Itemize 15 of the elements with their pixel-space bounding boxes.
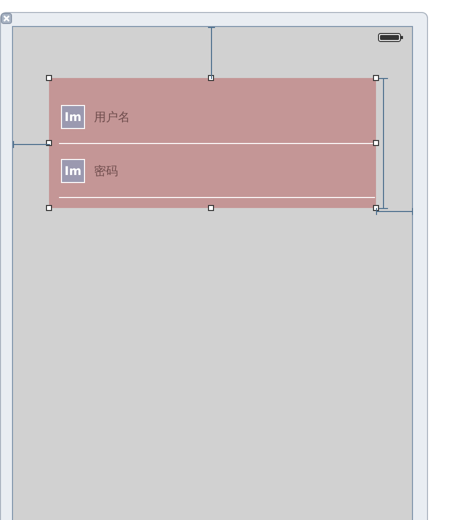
- input-field[interactable]: 用户名: [94, 110, 294, 124]
- image-placeholder: Im: [61, 104, 85, 128]
- battery-icon: [378, 33, 403, 42]
- resize-handle[interactable]: [46, 205, 52, 211]
- input-field[interactable]: 密码: [94, 164, 294, 178]
- constraint-line: [208, 27, 215, 79]
- login-panel[interactable]: Im 用户名 Im 密码: [49, 78, 376, 208]
- resize-handle[interactable]: [373, 205, 379, 211]
- close-icon[interactable]: [1, 13, 12, 24]
- constraint-line: [13, 141, 50, 148]
- resize-handle[interactable]: [373, 140, 379, 146]
- resize-handle[interactable]: [208, 205, 214, 211]
- resize-handle[interactable]: [373, 75, 379, 81]
- resize-handle[interactable]: [46, 75, 52, 81]
- image-placeholder: Im: [61, 158, 85, 182]
